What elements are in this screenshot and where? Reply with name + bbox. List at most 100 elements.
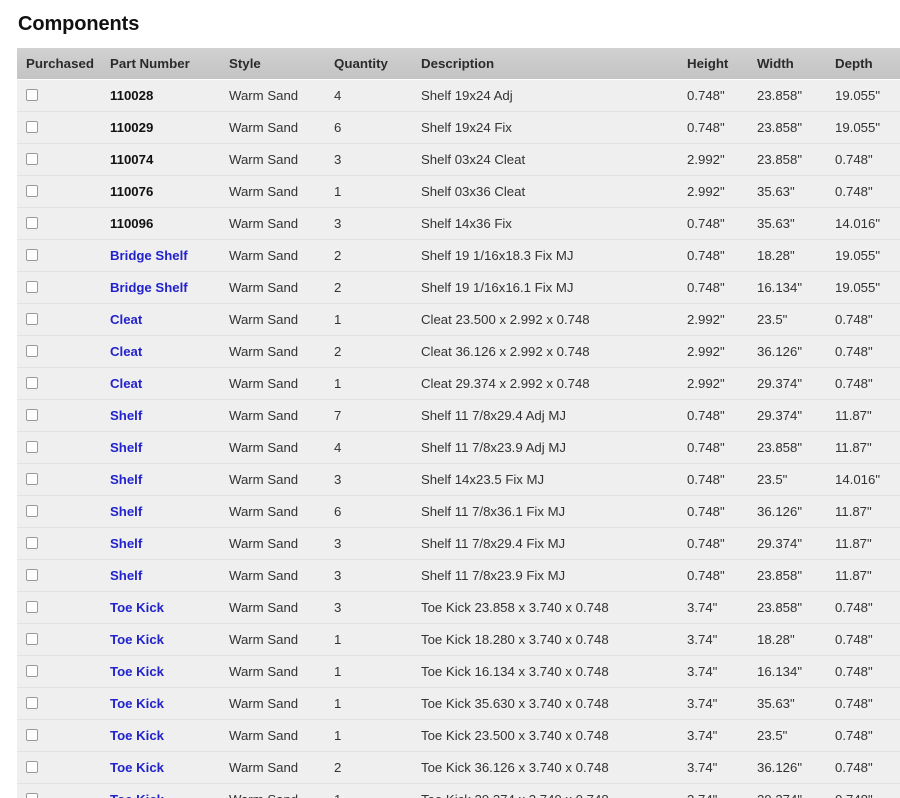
purchased-checkbox[interactable] [26,249,38,261]
cell-quantity: 2 [334,239,421,272]
column-header-description[interactable]: Description [421,48,687,80]
purchased-checkbox[interactable] [26,633,38,645]
purchased-checkbox[interactable] [26,185,38,197]
cell-purchased [17,719,110,752]
cell-width: 23.858" [757,559,835,592]
cell-quantity: 3 [334,559,421,592]
purchased-checkbox[interactable] [26,217,38,229]
purchased-checkbox[interactable] [26,729,38,741]
cell-purchased [17,463,110,496]
cell-depth: 0.748" [835,367,900,400]
cell-height: 0.748" [687,559,757,592]
part-number-link[interactable]: Shelf [110,472,142,487]
purchased-checkbox[interactable] [26,569,38,581]
cell-height: 3.74" [687,591,757,624]
cell-quantity: 2 [334,335,421,368]
cell-quantity: 2 [334,751,421,784]
cell-quantity: 1 [334,783,421,798]
part-number-link[interactable]: Cleat [110,344,142,359]
cell-width: 36.126" [757,751,835,784]
part-number-link[interactable]: Toe Kick [110,792,164,798]
column-header-depth[interactable]: Depth [835,48,900,80]
table-row: Shelf Warm Sand 4 Shelf 11 7/8x23.9 Adj MJ 0… [17,431,900,464]
table-header: Purchased Part Number Style Quantity Des… [17,48,900,80]
cell-quantity: 1 [334,303,421,336]
table-row: 110096 Warm Sand 3 Shelf 14x36 Fix 0.748" 35.… [17,207,900,240]
purchased-checkbox[interactable] [26,761,38,773]
part-number-link[interactable]: Shelf [110,440,142,455]
purchased-checkbox[interactable] [26,121,38,133]
part-number-link[interactable]: Shelf [110,568,142,583]
cell-part-number: Shelf [110,463,229,496]
cell-style: Warm Sand [229,527,334,560]
purchased-checkbox[interactable] [26,313,38,325]
column-header-quantity[interactable]: Quantity [334,48,421,80]
column-header-style[interactable]: Style [229,48,334,80]
purchased-checkbox[interactable] [26,665,38,677]
purchased-checkbox[interactable] [26,505,38,517]
table-row: Shelf Warm Sand 7 Shelf 11 7/8x29.4 Adj MJ 0… [17,399,900,432]
cell-quantity: 4 [334,79,421,112]
part-number-link[interactable]: Toe Kick [110,728,164,743]
purchased-checkbox[interactable] [26,537,38,549]
cell-depth: 11.87" [835,431,900,464]
part-number-link[interactable]: Toe Kick [110,696,164,711]
cell-quantity: 6 [334,111,421,144]
purchased-checkbox[interactable] [26,441,38,453]
cell-part-number: Bridge Shelf [110,239,229,272]
part-number-link[interactable]: Toe Kick [110,664,164,679]
cell-style: Warm Sand [229,687,334,720]
purchased-checkbox[interactable] [26,601,38,613]
cell-width: 29.374" [757,527,835,560]
purchased-checkbox[interactable] [26,281,38,293]
part-number-link[interactable]: Shelf [110,408,142,423]
cell-part-number: Toe Kick [110,687,229,720]
part-number-text: 110074 [110,152,154,167]
purchased-checkbox[interactable] [26,345,38,357]
table-row: Toe Kick Warm Sand1Toe Kick 29.374 x 3.74… [17,783,900,798]
part-number-link[interactable]: Toe Kick [110,600,164,615]
part-number-link[interactable]: Cleat [110,376,142,391]
column-header-part-number[interactable]: Part Number [110,48,229,80]
cell-quantity: 3 [334,143,421,176]
part-number-link[interactable]: Cleat [110,312,142,327]
purchased-checkbox[interactable] [26,153,38,165]
cell-depth: 0.748" [835,143,900,176]
cell-depth: 19.055" [835,111,900,144]
column-header-purchased[interactable]: Purchased [17,48,110,80]
purchased-checkbox[interactable] [26,793,38,798]
components-table: Purchased Part Number Style Quantity Des… [17,48,900,798]
cell-height: 0.748" [687,431,757,464]
cell-purchased [17,751,110,784]
part-number-link[interactable]: Shelf [110,536,142,551]
purchased-checkbox[interactable] [26,697,38,709]
cell-depth: 11.87" [835,495,900,528]
column-header-height[interactable]: Height [687,48,757,80]
purchased-checkbox[interactable] [26,377,38,389]
purchased-checkbox[interactable] [26,473,38,485]
cell-purchased [17,559,110,592]
cell-quantity: 3 [334,527,421,560]
part-number-link[interactable]: Bridge Shelf [110,248,188,263]
purchased-checkbox[interactable] [26,409,38,421]
purchased-checkbox[interactable] [26,89,38,101]
cell-style: Warm Sand [229,655,334,688]
cell-depth: 19.055" [835,79,900,112]
cell-quantity: 4 [334,431,421,464]
table-row: Bridge Shelf Warm Sand 2 Shelf 19 1/16x16.1… [17,271,900,304]
cell-depth: 0.748" [835,751,900,784]
part-number-link[interactable]: Toe Kick [110,760,164,775]
cell-depth: 0.748" [835,655,900,688]
cell-height: 0.748" [687,79,757,112]
cell-description: Toe Kick 29.374 x 3.740 x 0.748 [421,783,687,798]
table-row: 110076 Warm Sand 1 Shelf 03x36 Cleat 2.992" 3… [17,175,900,208]
cell-width: 23.858" [757,111,835,144]
part-number-link[interactable]: Shelf [110,504,142,519]
table-row: Shelf Warm Sand 6 Shelf 11 7/8x36.1 Fix MJ 0… [17,495,900,528]
part-number-link[interactable]: Bridge Shelf [110,280,188,295]
cell-purchased [17,111,110,144]
column-header-width[interactable]: Width [757,48,835,80]
part-number-link[interactable]: Toe Kick [110,632,164,647]
cell-depth: 19.055" [835,239,900,272]
cell-depth: 0.748" [835,623,900,656]
